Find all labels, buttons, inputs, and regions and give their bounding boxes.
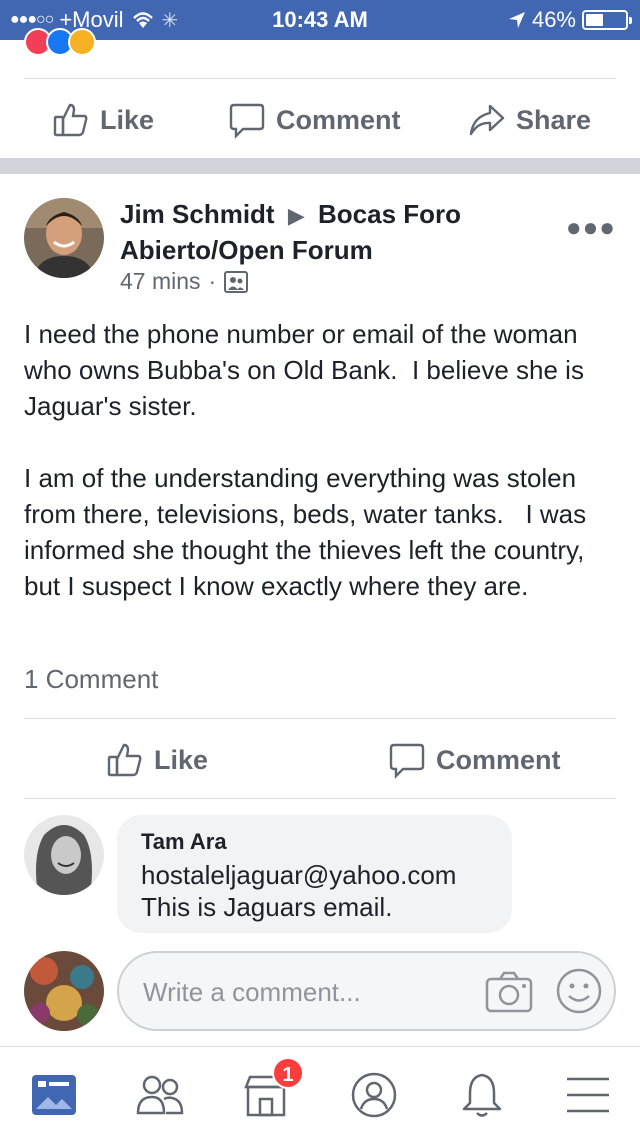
like-button[interactable]: Like — [52, 101, 154, 139]
notification-badge: 1 — [272, 1057, 304, 1089]
post-paragraph: I need the phone number or email of the … — [24, 319, 592, 421]
thumbs-up-icon — [53, 103, 88, 137]
tab-menu[interactable] — [558, 1067, 618, 1123]
comment-bubble-icon — [229, 103, 265, 139]
comment-input[interactable]: Write a comment... — [117, 951, 616, 1031]
like-button[interactable]: Like — [106, 741, 208, 779]
share-button[interactable]: Share — [468, 101, 591, 139]
comment-button[interactable]: Comment — [228, 101, 401, 139]
commenter-avatar[interactable] — [24, 815, 104, 895]
location-arrow-icon — [508, 12, 525, 28]
bottom-tab-bar: 1 — [0, 1046, 640, 1136]
share-arrow-icon — [469, 104, 505, 136]
news-feed-icon — [32, 1075, 76, 1115]
comment-line: hostaleljaguar@yahoo.com — [141, 860, 457, 890]
status-bar: ●●●○○ +Movil ✳ 10:43 AM 46% — [0, 0, 640, 40]
divider — [24, 798, 616, 799]
comment-button[interactable]: Comment — [388, 741, 561, 779]
comment-input-placeholder: Write a comment... — [143, 977, 361, 1007]
group-audience-icon — [224, 270, 249, 293]
battery-icon — [582, 10, 632, 30]
author-avatar[interactable] — [24, 198, 104, 278]
comment-label: Comment — [276, 104, 401, 135]
post-header-title: Jim Schmidt ▶ Bocas Foro Abierto/Open Fo… — [120, 197, 540, 267]
comment-bubble[interactable]: Tam Ara hostaleljaguar@yahoo.com This is… — [117, 815, 512, 933]
tab-friends[interactable] — [130, 1067, 190, 1123]
feed-separator — [0, 158, 640, 174]
comment-bubble-icon — [389, 743, 425, 779]
tab-profile[interactable] — [344, 1067, 404, 1123]
camera-icon[interactable] — [485, 971, 533, 1015]
bell-icon — [462, 1073, 502, 1117]
divider — [24, 718, 616, 719]
comment-count[interactable]: 1 Comment — [24, 664, 158, 695]
post-timestamp[interactable]: 47 mins — [120, 268, 201, 295]
thumbs-up-icon — [107, 743, 142, 777]
like-label: Like — [154, 744, 209, 775]
haha-reaction-icon — [68, 28, 96, 56]
current-user-avatar — [24, 951, 104, 1031]
hamburger-menu-icon — [567, 1077, 609, 1113]
tab-notifications[interactable] — [452, 1067, 512, 1123]
post-meta: 47 mins · — [120, 268, 249, 295]
commenter-name[interactable]: Tam Ara — [141, 829, 488, 855]
reactions-summary[interactable] — [24, 28, 96, 56]
comment-label: Comment — [436, 744, 561, 775]
like-label: Like — [100, 104, 155, 135]
more-options-icon[interactable]: ●●● — [566, 212, 616, 243]
comment-line: This is Jaguars email. — [141, 892, 393, 922]
divider — [24, 78, 616, 79]
profile-icon — [351, 1072, 397, 1118]
prev-post-actions: Like Comment Share — [0, 94, 640, 146]
share-label: Share — [516, 104, 592, 135]
friends-icon — [136, 1075, 184, 1115]
emoji-icon[interactable] — [555, 967, 603, 1015]
battery-percent: 46% — [531, 7, 576, 32]
caret-right-icon: ▶ — [287, 203, 305, 228]
tab-marketplace[interactable]: 1 — [236, 1057, 304, 1123]
battery-fill — [586, 14, 603, 26]
post-paragraph: I am of the understanding everything was… — [24, 463, 594, 601]
author-name[interactable]: Jim Schmidt — [120, 199, 275, 229]
post-actions: Like Comment — [0, 736, 640, 784]
post-body: I need the phone number or email of the … — [24, 316, 614, 604]
meta-separator: · — [208, 268, 217, 294]
tab-news-feed[interactable] — [24, 1067, 84, 1123]
